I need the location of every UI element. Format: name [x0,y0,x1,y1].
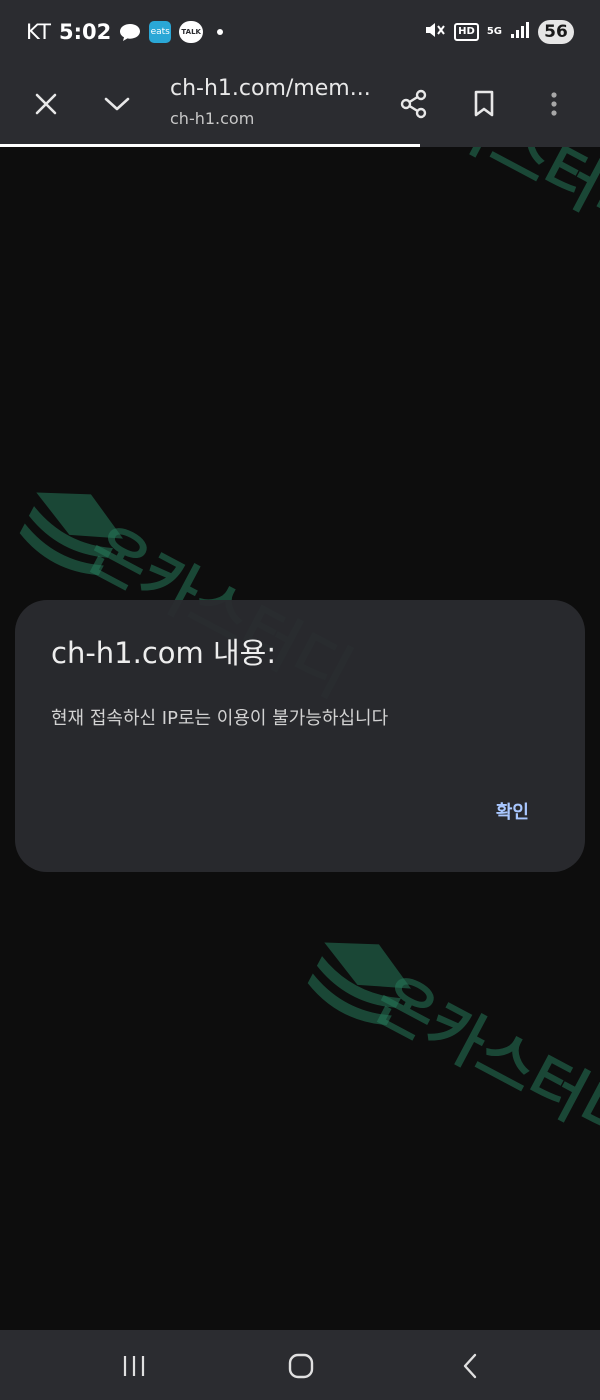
watermark-logo-bottom [307,942,412,1026]
dialog-message: 현재 접속하신 IP로는 이용이 불가능하십니다 [51,708,389,729]
hd-voice-badge: HD [454,23,479,41]
bookmark-icon [474,90,494,117]
mute-icon [424,20,446,44]
signal-icon [510,21,530,43]
bookmark-button[interactable] [462,82,506,126]
progress-fill [0,144,420,147]
back-icon [463,1353,477,1379]
url-domain: ch-h1.com [170,109,255,128]
more-notifications-dot [217,29,224,35]
clock: 5:02 [58,20,112,44]
recent-apps-button[interactable] [114,1346,154,1386]
share-icon [400,89,427,119]
ok-button[interactable]: 확인 [496,798,529,824]
back-button[interactable] [450,1346,490,1386]
chevron-down-icon [104,97,130,111]
browser-toolbar: ch-h1.com/mem... ch-h1.com [0,66,600,144]
system-nav-bar [0,1330,600,1400]
network-type: 5G [486,26,502,37]
status-right: HD 5G 56 [424,20,574,44]
home-button[interactable] [281,1346,321,1386]
chat-bubble-icon [119,22,141,42]
carrier-label: KT [26,20,51,44]
battery-indicator: 56 [538,20,574,44]
minimize-button[interactable] [95,82,139,126]
recent-apps-icon [123,1356,145,1376]
status-bar: KT 5:02 eats TALK HD 5G 56 [0,0,600,66]
watermark-text-bottom: 온카스터디 [364,962,600,1161]
kakaotalk-icon: TALK [179,21,204,43]
watermark-logo-middle [19,492,124,576]
phone-screen: 온카스터디 온카스터디 온카스터디 KT 5:02 eats TALK [0,0,600,1400]
alert-dialog: ch-h1.com 내용: 현재 접속하신 IP로는 이용이 불가능하십니다 확… [15,600,585,872]
page-load-progress [0,144,600,147]
close-button[interactable] [24,82,68,126]
home-icon [288,1353,314,1379]
more-vert-icon [551,92,557,116]
dialog-title: ch-h1.com 내용: [51,636,277,670]
more-options-button[interactable] [532,82,576,126]
url-title[interactable]: ch-h1.com/mem... [170,76,371,101]
status-left: KT 5:02 eats TALK [26,20,224,44]
close-icon [35,93,57,115]
share-button[interactable] [392,82,436,126]
eats-app-icon: eats [149,21,172,43]
